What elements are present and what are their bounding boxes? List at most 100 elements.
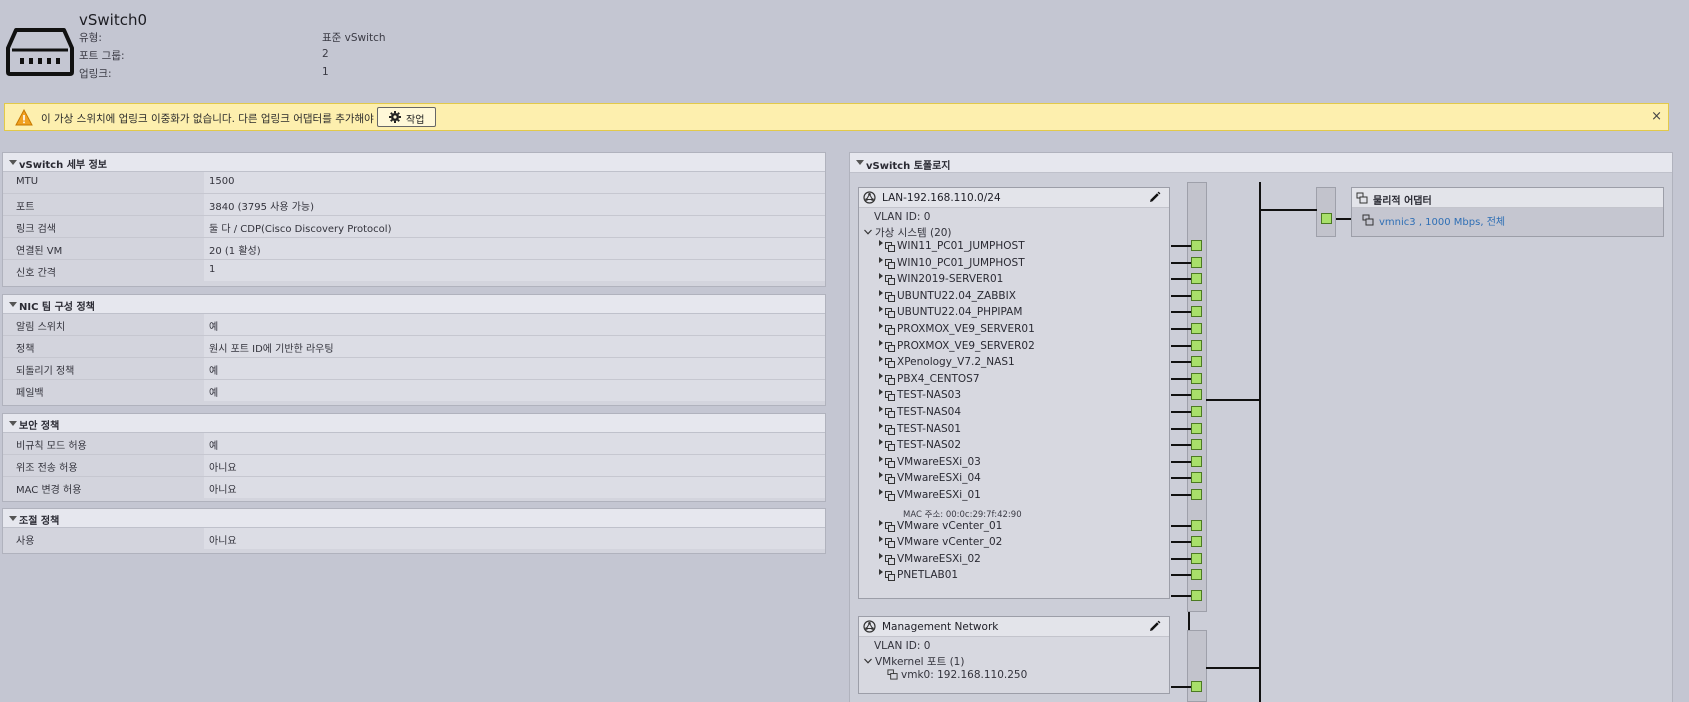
vm-name: WIN11_PC01_JUMPHOST [897,240,1025,252]
vm-port[interactable] [1191,323,1202,334]
edit-icon[interactable] [1148,620,1161,633]
collapse-icon [9,421,17,426]
expand-arrow-icon[interactable] [879,372,883,379]
vm-port[interactable] [1191,256,1202,268]
vm-name: PNETLAB01 [897,569,959,582]
vm-port[interactable] [1191,422,1202,434]
vm-port[interactable] [1191,472,1202,484]
vmkernel-port[interactable]: vmk0: 192.168.110.250 [887,669,1027,681]
vm-port[interactable] [1191,372,1202,384]
actions-button[interactable]: 작업 [377,107,436,127]
vlan-id: VLAN ID: 0 [874,211,931,223]
vm-port[interactable] [1191,489,1202,500]
expand-arrow-icon[interactable] [879,519,883,526]
panel-title: vSwitch 세부 정보 [19,160,107,171]
vm-name: TEST-NAS01 [897,422,962,435]
uplink-port[interactable] [1321,213,1332,224]
management-portgroup[interactable]: Management Network VLAN ID: 0 VMkernel 포… [858,616,1170,694]
warning-icon [15,109,33,126]
detail-row: 페일백 예 [3,380,825,402]
expand-arrow-icon[interactable] [879,422,883,429]
vmk-port[interactable] [1191,681,1202,692]
expand-arrow-icon[interactable] [879,536,883,543]
vm-port[interactable] [1191,389,1202,401]
bus-connector-line [1188,612,1190,630]
vm-port[interactable] [1191,339,1202,351]
vm-port[interactable] [1191,569,1202,581]
vm-port[interactable] [1191,590,1202,601]
detail-row: MAC 변경 허용 아니요 [3,477,825,499]
physical-adapters-title: 물리적 어댑터 [1373,196,1432,207]
vm-connector-line [1171,494,1191,496]
expand-arrow-icon[interactable] [879,273,883,280]
expand-arrow-icon[interactable] [879,256,883,263]
type-label: 유형: [79,32,102,44]
nic-teaming-header[interactable]: NIC 팀 구성 정책 [3,295,825,314]
vm-connector-line [1171,311,1191,314]
expand-arrow-icon[interactable] [879,339,883,346]
network-icon [863,191,876,204]
vm-port[interactable] [1191,439,1202,451]
vm-icon [885,408,895,418]
vm-connector-line [1171,444,1191,447]
vm-port[interactable] [1191,356,1202,368]
expand-arrow-icon[interactable] [879,289,883,296]
vm-port[interactable] [1191,455,1202,467]
detail-row: 사용 아니요 [3,528,825,550]
detail-value: 20 (1 활성) [204,238,825,259]
vm-icon [885,521,895,532]
vm-port[interactable] [1191,289,1202,301]
topology-header[interactable]: vSwitch 토폴로지 [850,153,1672,173]
detail-row: 되돌리기 정책 예 [3,358,825,380]
expand-arrow-icon[interactable] [879,406,883,412]
vm-name: WIN10_PC01_JUMPHOST [897,256,1025,269]
physical-nic-icon [1356,192,1368,204]
expand-arrow-icon[interactable] [879,472,883,479]
expand-arrow-icon[interactable] [879,569,883,576]
vm-icon [885,554,895,565]
vm-icon [885,291,895,302]
vlan-id: VLAN ID: 0 [874,640,931,652]
detail-key: 연결된 VM [16,246,63,257]
vm-port[interactable] [1191,519,1202,531]
vm-connector-line [1171,524,1191,527]
lan-portgroup[interactable]: LAN-192.168.110.0/24 VLAN ID: 0 가상 시스템 (… [858,187,1170,599]
expand-arrow-icon[interactable] [879,552,883,559]
shaping-policy-header[interactable]: 조절 정책 [3,509,825,528]
vm-port[interactable] [1191,240,1202,251]
portgroups-label: 포트 그룹: [79,50,125,62]
vm-port[interactable] [1191,406,1202,417]
physical-nic-row[interactable]: vmnic3 , 1000 Mbps, 전체 [1352,208,1663,236]
vmk-group-header[interactable]: VMkernel 포트 (1) [864,654,964,669]
physical-adapters-box: 물리적 어댑터 vmnic3 , 1000 Mbps, 전체 [1351,187,1664,237]
redundancy-warning-banner: 이 가상 스위치에 업링크 이중화가 없습니다. 다른 업링크 어댑터를 추가해… [4,103,1669,131]
detail-row: 신호 간격 1 [3,260,825,282]
vm-port[interactable] [1191,306,1202,318]
expand-arrow-icon[interactable] [879,455,883,462]
expand-arrow-icon[interactable] [879,389,883,396]
security-policy-header[interactable]: 보안 정책 [3,414,825,433]
expand-arrow-icon[interactable] [879,306,883,313]
mac-address-note: MAC 주소: 00:0c:29:7f:42:90 [903,510,1022,520]
vm-port[interactable] [1191,273,1202,285]
close-icon[interactable]: × [1651,109,1662,124]
expand-arrow-icon[interactable] [879,489,883,495]
vm-port[interactable] [1191,552,1202,564]
expand-arrow-icon[interactable] [879,356,883,363]
edit-icon[interactable] [1148,191,1161,204]
vm-name: TEST-NAS02 [897,439,962,452]
page-title: vSwitch0 [79,11,148,29]
detail-value: 1 [204,260,825,281]
vm-port[interactable] [1191,536,1202,548]
collapse-icon [856,160,864,165]
physical-nic-link[interactable]: vmnic3 , 1000 Mbps, 전체 [1379,213,1505,228]
expand-arrow-icon[interactable] [879,439,883,446]
expand-arrow-icon[interactable] [879,240,883,246]
vm-icon [885,275,895,286]
vm-icon [885,374,895,385]
detail-row: 링크 검색 둘 다 / CDP(Cisco Discovery Protocol) [3,216,825,238]
vm-group-header[interactable]: 가상 시스템 (20) [864,225,952,240]
detail-key: MAC 변경 허용 [16,485,82,496]
expand-arrow-icon[interactable] [879,323,883,329]
vswitch-details-header[interactable]: vSwitch 세부 정보 [3,153,825,172]
